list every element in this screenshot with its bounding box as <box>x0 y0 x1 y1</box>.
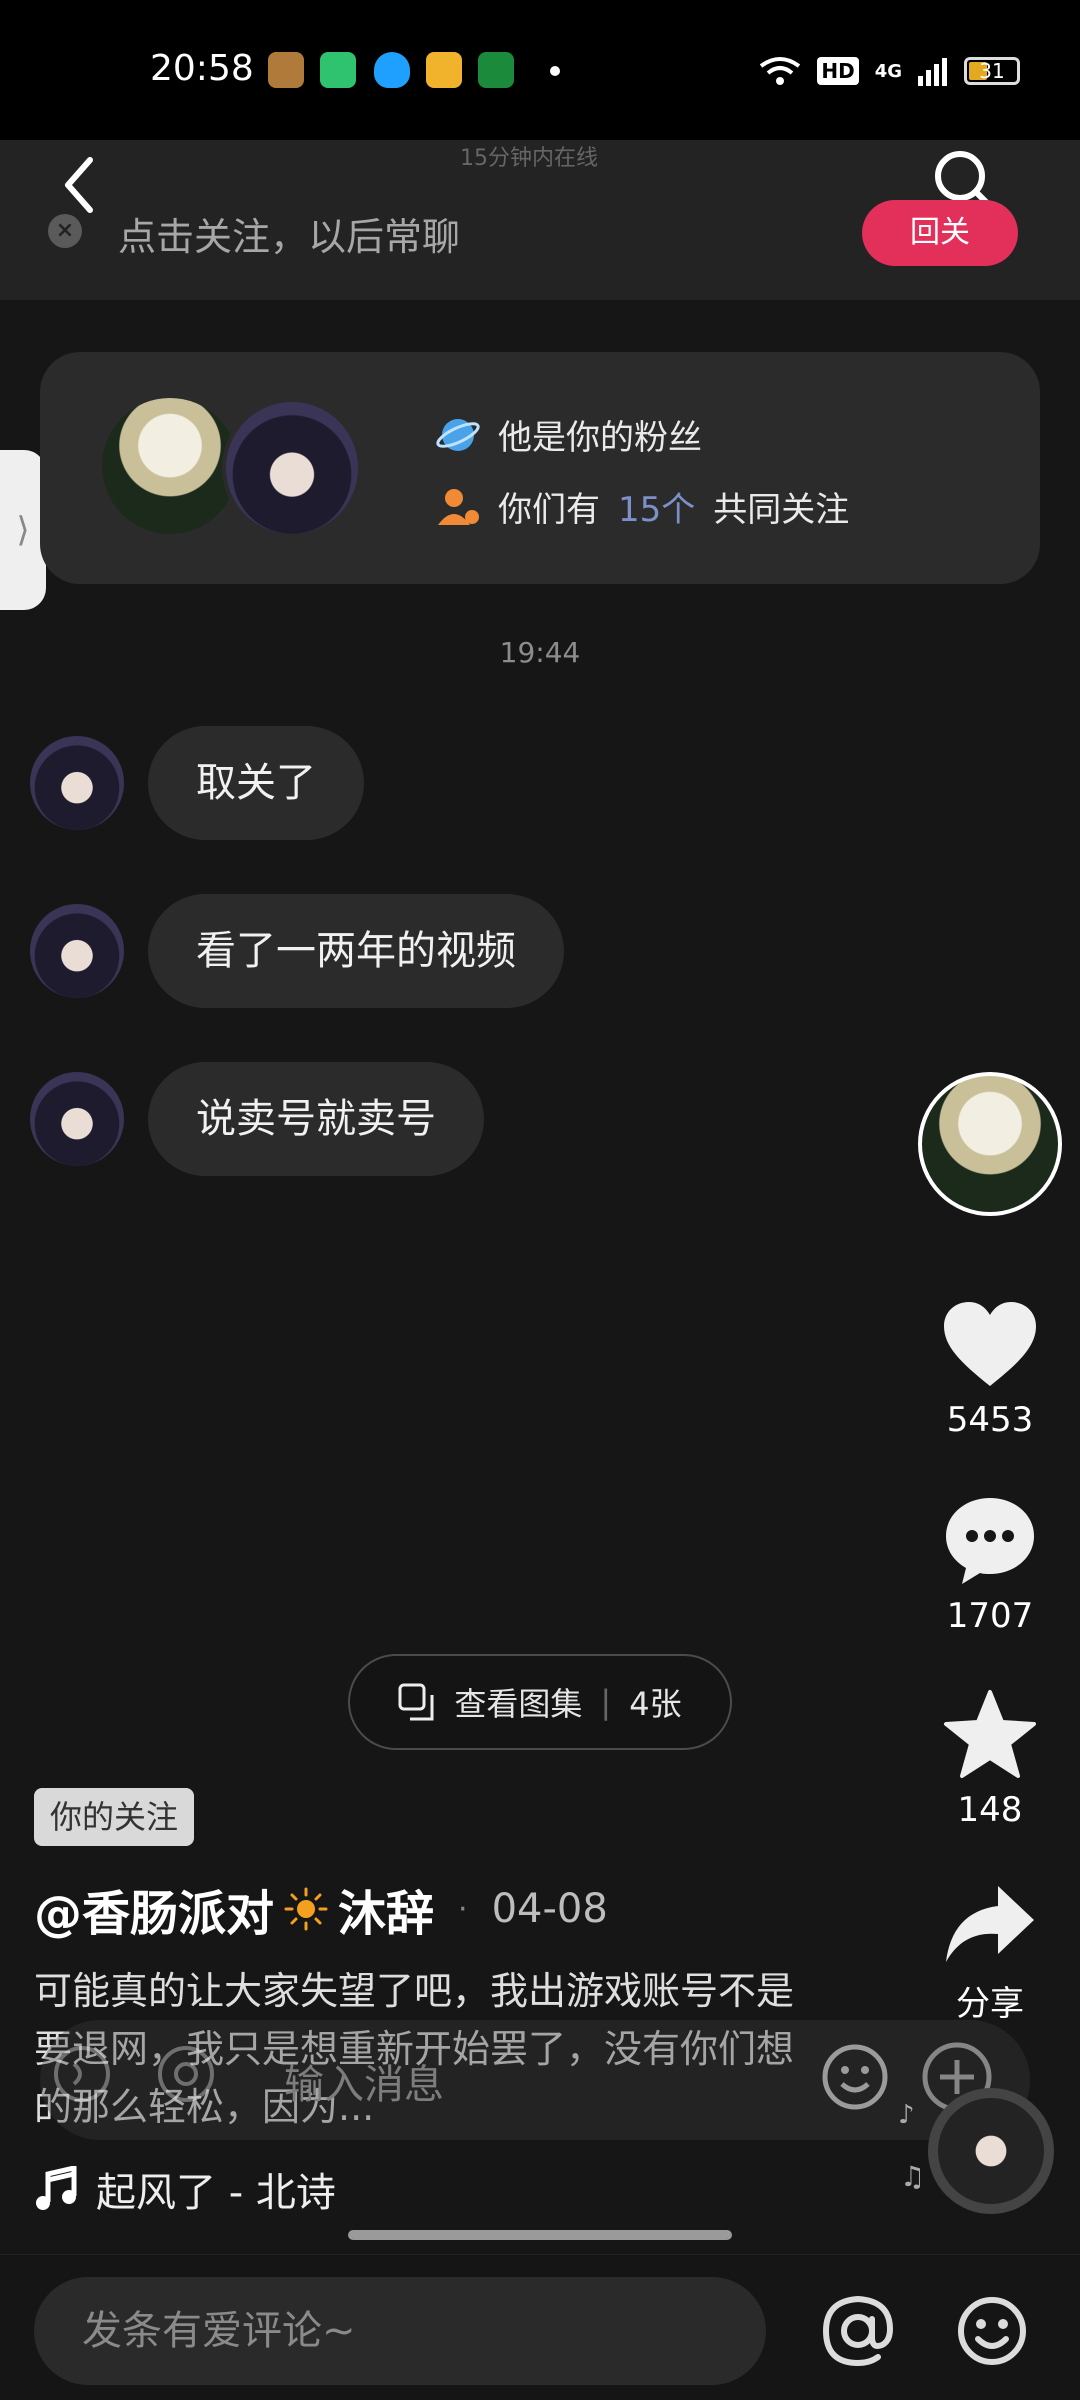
creator-avatar[interactable] <box>918 1072 1062 1216</box>
gallery-count: 4张 <box>629 1685 682 1723</box>
floating-note-icon: ♪ <box>898 2100 915 2130</box>
shopping-app-icon <box>320 52 356 88</box>
message-bubble[interactable]: 取关了 <box>148 726 364 840</box>
planet-icon <box>436 418 480 451</box>
like-action[interactable]: 5453 <box>930 1300 1050 1440</box>
following-tag: 你的关注 <box>34 1788 195 1846</box>
chat-header: 15分钟内在线 × 点击关注，以后常聊 回关 <box>0 140 1080 300</box>
status-icons: HD 4G 31 <box>759 54 1020 88</box>
like-count: 5453 <box>946 1400 1034 1440</box>
author-name-suffix[interactable]: 沐辞 <box>338 1874 434 1944</box>
mutual-count[interactable]: 15个 <box>618 482 695 531</box>
sender-avatar[interactable] <box>30 904 124 998</box>
heart-icon[interactable] <box>940 1300 1040 1390</box>
game-app-icon <box>268 52 304 88</box>
music-line[interactable]: 起风了 - 北诗 <box>34 2160 336 2218</box>
comment-icon[interactable] <box>942 1494 1038 1586</box>
oppo-app-icon <box>478 52 514 88</box>
fan-status-line: 他是你的粉丝 <box>436 410 702 459</box>
video-app-icon <box>426 52 462 88</box>
mention-button[interactable] <box>822 2295 894 2367</box>
camera-icon[interactable] <box>156 2044 216 2104</box>
hd-badge: HD <box>817 57 859 85</box>
music-note-icon <box>36 2166 77 2210</box>
user-avatar <box>222 398 362 538</box>
follow-back-button[interactable]: 回关 <box>862 200 1018 266</box>
comment-count: 1707 <box>946 1596 1034 1636</box>
mutual-follow-line: 你们有 15个 共同关注 <box>436 482 849 531</box>
message-timestamp: 19:44 <box>499 636 581 669</box>
network-label: 4G <box>874 60 902 82</box>
message-bubble[interactable]: 看了一两年的视频 <box>148 894 564 1008</box>
music-title: 起风了 - 北诗 <box>96 2170 336 2216</box>
battery-icon: 31 <box>964 57 1020 85</box>
status-bar: 20:58 HD 4G 31 <box>0 0 1080 140</box>
person-icon <box>438 488 479 525</box>
wifi-icon <box>760 57 801 85</box>
comment-input[interactable]: 发条有爱评论~ <box>34 2277 766 2385</box>
emoji-button[interactable] <box>956 2295 1028 2367</box>
message-row: 取关了 <box>30 726 364 840</box>
post-date: 04-08 <box>491 1886 608 1932</box>
share-label: 分享 <box>956 1984 1024 2024</box>
gallery-separator: | <box>600 1683 612 1721</box>
favorite-count: 148 <box>957 1790 1023 1830</box>
signal-icon <box>918 58 947 86</box>
status-time: 20:58 <box>150 48 254 89</box>
comment-bar: 发条有爱评论~ <box>0 2254 1080 2400</box>
author-name-prefix[interactable]: @香肠派对 <box>34 1874 274 1944</box>
gallery-progress-bar <box>348 2230 732 2240</box>
mutual-prefix: 你们有 <box>498 490 600 530</box>
sender-avatar[interactable] <box>30 1072 124 1166</box>
comment-action[interactable]: 1707 <box>930 1494 1050 1636</box>
gallery-label: 查看图集 <box>454 1685 583 1723</box>
follow-prompt-text: 点击关注，以后常聊 <box>118 215 461 259</box>
online-status-text: 15分钟内在线 <box>460 146 598 171</box>
share-action[interactable]: 分享 <box>930 1882 1050 2025</box>
sun-icon <box>284 1887 328 1931</box>
share-arrow-icon[interactable] <box>942 1882 1038 1966</box>
your-avatar <box>102 398 238 534</box>
message-bubble[interactable]: 说卖号就卖号 <box>148 1062 484 1176</box>
message-row: 说卖号就卖号 <box>30 1062 484 1176</box>
message-row: 看了一两年的视频 <box>30 894 564 1008</box>
mutual-suffix: 共同关注 <box>713 490 850 530</box>
fan-info-card <box>40 352 1040 584</box>
emoji-icon[interactable] <box>820 2042 890 2112</box>
fan-text: 他是你的粉丝 <box>498 418 702 458</box>
notification-dot-icon <box>550 66 560 76</box>
floating-input-placeholder: 输入消息 <box>284 2062 444 2108</box>
view-gallery-button[interactable]: 查看图集 | 4张 <box>348 1654 732 1750</box>
qq-app-icon <box>374 52 410 88</box>
star-icon[interactable] <box>942 1688 1038 1780</box>
favorite-action[interactable]: 148 <box>930 1688 1050 1830</box>
gallery-icon <box>398 1683 434 1721</box>
voice-icon[interactable] <box>52 2044 112 2104</box>
author-line: @香肠派对 沐辞 · 04-08 <box>34 1874 608 1944</box>
floating-note-icon: ♫ <box>900 2160 926 2193</box>
sender-avatar[interactable] <box>30 736 124 830</box>
dot-separator: · <box>458 1891 468 1927</box>
back-button[interactable] <box>56 150 106 220</box>
close-prompt-button[interactable]: × <box>48 214 82 248</box>
music-disc[interactable] <box>928 2088 1054 2214</box>
